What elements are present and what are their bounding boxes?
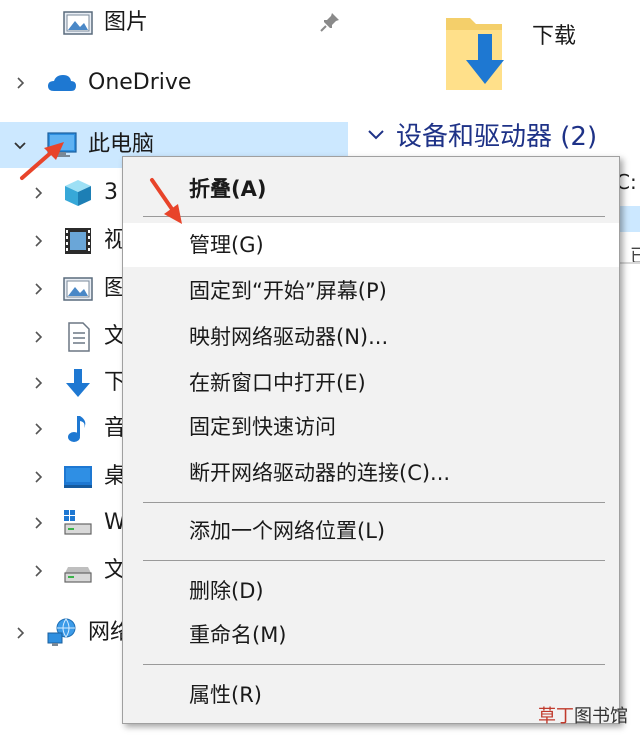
menu-item-pin-to-start[interactable]: 固定到“开始”屏幕(P)	[123, 269, 619, 313]
onedrive-cloud-icon	[48, 75, 76, 91]
nav-item-onedrive[interactable]: OneDrive	[0, 60, 348, 106]
expand-chevron-icon[interactable]	[28, 454, 48, 500]
nav-item-pictures-quick[interactable]: 图片	[0, 0, 348, 46]
menu-item-map-network-drive[interactable]: 映射网络驱动器(N)...	[123, 315, 619, 359]
windows-drive-icon	[64, 510, 92, 535]
network-icon	[47, 618, 76, 646]
expand-chevron-icon[interactable]	[28, 500, 48, 546]
menu-item-pin-to-quick-access[interactable]: 固定到快速访问	[123, 405, 619, 449]
nav-item-label: 3	[104, 180, 118, 205]
desktop-icon	[64, 466, 92, 488]
nav-item-label: OneDrive	[88, 70, 192, 95]
annotation-arrow-icon	[20, 142, 64, 180]
downloads-label[interactable]: 下载	[532, 18, 576, 50]
menu-item-manage[interactable]: 管理(G)	[123, 223, 619, 267]
downloads-folder-icon[interactable]	[442, 12, 522, 96]
watermark: 草丁图书馆	[538, 706, 628, 727]
expand-chevron-icon[interactable]	[28, 218, 48, 264]
annotation-arrow-icon	[150, 178, 182, 224]
pin-icon[interactable]	[318, 10, 342, 34]
documents-icon	[68, 322, 90, 352]
menu-separator	[143, 664, 605, 665]
nav-item-label: 图片	[104, 10, 149, 35]
drive-text-fragment: 已	[630, 246, 640, 267]
expand-chevron-icon[interactable]	[10, 60, 30, 106]
menu-item-add-network-location[interactable]: 添加一个网络位置(L)	[123, 509, 619, 553]
downloads-icon	[66, 369, 90, 397]
expand-chevron-icon[interactable]	[10, 610, 30, 656]
expand-chevron-icon[interactable]	[28, 360, 48, 406]
menu-item-open-in-new-window[interactable]: 在新窗口中打开(E)	[123, 361, 619, 405]
expand-chevron-icon[interactable]	[28, 314, 48, 360]
expand-chevron-icon[interactable]	[28, 548, 48, 594]
menu-item-disconnect-network-drive[interactable]: 断开网络驱动器的连接(C)...	[123, 451, 619, 495]
videos-icon	[65, 228, 91, 254]
section-title-devices-drives[interactable]: 设备和驱动器 (2)	[396, 116, 597, 153]
context-menu: 折叠(A) 管理(G) 固定到“开始”屏幕(P) 映射网络驱动器(N)... 在…	[122, 156, 620, 724]
pictures-icon	[63, 11, 93, 35]
expand-chevron-icon[interactable]	[28, 266, 48, 312]
expand-chevron-icon[interactable]	[28, 406, 48, 452]
pictures-icon	[63, 277, 93, 301]
menu-item-collapse[interactable]: 折叠(A)	[123, 167, 619, 211]
drive-icon	[64, 567, 92, 583]
section-collapse-chevron-icon[interactable]	[366, 125, 386, 145]
menu-separator	[143, 502, 605, 503]
menu-item-rename[interactable]: 重命名(M)	[123, 613, 619, 657]
menu-separator	[143, 560, 605, 561]
menu-item-delete[interactable]: 删除(D)	[123, 569, 619, 613]
music-icon	[68, 416, 86, 442]
menu-separator	[143, 216, 605, 217]
